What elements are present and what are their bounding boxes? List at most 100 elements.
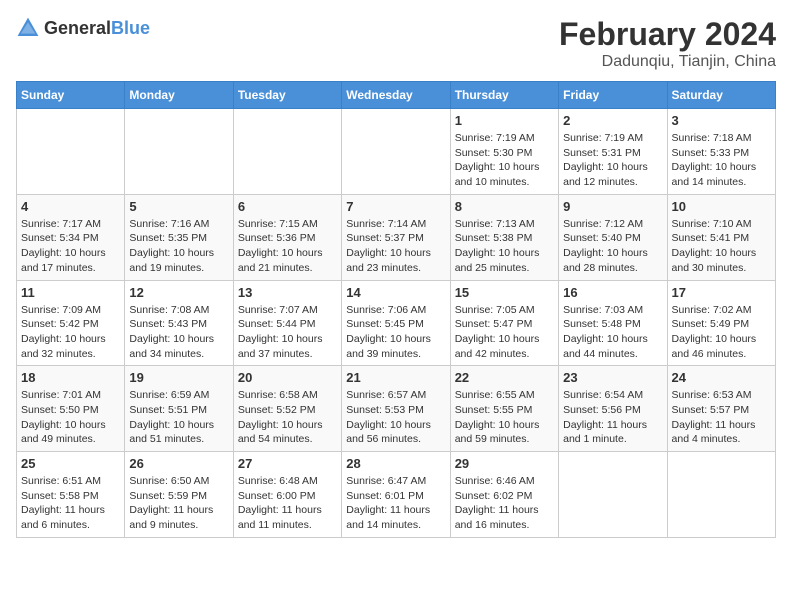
- header-saturday: Saturday: [667, 82, 775, 109]
- day-number: 23: [563, 370, 662, 385]
- day-number: 15: [455, 285, 554, 300]
- day-number: 16: [563, 285, 662, 300]
- day-info: Sunrise: 7:05 AMSunset: 5:47 PMDaylight:…: [455, 303, 554, 362]
- table-row: 1 Sunrise: 7:19 AMSunset: 5:30 PMDaylight…: [450, 109, 558, 195]
- day-number: 6: [238, 199, 337, 214]
- table-row: [667, 452, 775, 538]
- table-row: [559, 452, 667, 538]
- table-row: 11 Sunrise: 7:09 AMSunset: 5:42 PMDayligh…: [17, 280, 125, 366]
- day-number: 10: [672, 199, 771, 214]
- table-row: 4Sunrise: 7:17 AMSunset: 5:34 PMDaylight…: [17, 194, 125, 280]
- table-row: 2 Sunrise: 7:19 AMSunset: 5:31 PMDaylight…: [559, 109, 667, 195]
- day-info: Sunrise: 7:19 AMSunset: 5:31 PMDaylight:…: [563, 131, 662, 190]
- calendar-week-row: 18 Sunrise: 7:01 AMSunset: 5:50 PMDayligh…: [17, 366, 776, 452]
- location-subtitle: Dadunqiu, Tianjin, China: [559, 53, 776, 71]
- day-number: 14: [346, 285, 445, 300]
- day-info: Sunrise: 6:59 AMSunset: 5:51 PMDaylight:…: [129, 388, 228, 447]
- table-row: [233, 109, 341, 195]
- day-number: 13: [238, 285, 337, 300]
- day-info: Sunrise: 6:51 AMSunset: 5:58 PMDaylight:…: [21, 474, 120, 533]
- day-info: Sunrise: 7:09 AMSunset: 5:42 PMDaylight:…: [21, 303, 120, 362]
- table-row: 7 Sunrise: 7:14 AMSunset: 5:37 PMDaylight…: [342, 194, 450, 280]
- table-row: 27 Sunrise: 6:48 AMSunset: 6:00 PMDayligh…: [233, 452, 341, 538]
- day-info: Sunrise: 7:03 AMSunset: 5:48 PMDaylight:…: [563, 303, 662, 362]
- table-row: 18 Sunrise: 7:01 AMSunset: 5:50 PMDayligh…: [17, 366, 125, 452]
- table-row: 10 Sunrise: 7:10 AMSunset: 5:41 PMDayligh…: [667, 194, 775, 280]
- table-row: 13 Sunrise: 7:07 AMSunset: 5:44 PMDayligh…: [233, 280, 341, 366]
- table-row: 5Sunrise: 7:16 AMSunset: 5:35 PMDaylight…: [125, 194, 233, 280]
- day-number: 12: [129, 285, 228, 300]
- calendar-table: Sunday Monday Tuesday Wednesday Thursday…: [16, 81, 776, 538]
- day-info: Sunrise: 7:19 AMSunset: 5:30 PMDaylight:…: [455, 131, 554, 190]
- day-number: 11: [21, 285, 120, 300]
- table-row: 3Sunrise: 7:18 AMSunset: 5:33 PMDaylight…: [667, 109, 775, 195]
- day-number: 24: [672, 370, 771, 385]
- table-row: 9 Sunrise: 7:12 AMSunset: 5:40 PMDaylight…: [559, 194, 667, 280]
- month-year-title: February 2024: [559, 16, 776, 53]
- table-row: [125, 109, 233, 195]
- day-info: Sunrise: 6:55 AMSunset: 5:55 PMDaylight:…: [455, 388, 554, 447]
- table-row: 28 Sunrise: 6:47 AMSunset: 6:01 PMDayligh…: [342, 452, 450, 538]
- day-number: 29: [455, 456, 554, 471]
- day-number: 7: [346, 199, 445, 214]
- table-row: 19 Sunrise: 6:59 AMSunset: 5:51 PMDayligh…: [125, 366, 233, 452]
- table-row: 17 Sunrise: 7:02 AMSunset: 5:49 PMDayligh…: [667, 280, 775, 366]
- header-wednesday: Wednesday: [342, 82, 450, 109]
- day-number: 3: [672, 113, 771, 128]
- table-row: 22 Sunrise: 6:55 AMSunset: 5:55 PMDayligh…: [450, 366, 558, 452]
- day-number: 2: [563, 113, 662, 128]
- logo-icon: [16, 16, 40, 40]
- table-row: 24 Sunrise: 6:53 AMSunset: 5:57 PMDayligh…: [667, 366, 775, 452]
- day-number: 17: [672, 285, 771, 300]
- day-info: Sunrise: 7:01 AMSunset: 5:50 PMDaylight:…: [21, 388, 120, 447]
- table-row: 23Sunrise: 6:54 AMSunset: 5:56 PMDayligh…: [559, 366, 667, 452]
- day-info: Sunrise: 6:50 AMSunset: 5:59 PMDaylight:…: [129, 474, 228, 533]
- table-row: 14 Sunrise: 7:06 AMSunset: 5:45 PMDayligh…: [342, 280, 450, 366]
- header-thursday: Thursday: [450, 82, 558, 109]
- day-info: Sunrise: 7:14 AMSunset: 5:37 PMDaylight:…: [346, 217, 445, 276]
- day-number: 27: [238, 456, 337, 471]
- day-number: 9: [563, 199, 662, 214]
- day-info: Sunrise: 7:15 AMSunset: 5:36 PMDaylight:…: [238, 217, 337, 276]
- table-row: 21Sunrise: 6:57 AMSunset: 5:53 PMDayligh…: [342, 366, 450, 452]
- day-info: Sunrise: 6:47 AMSunset: 6:01 PMDaylight:…: [346, 474, 445, 533]
- day-number: 26: [129, 456, 228, 471]
- table-row: [17, 109, 125, 195]
- day-number: 25: [21, 456, 120, 471]
- table-row: 20 Sunrise: 6:58 AMSunset: 5:52 PMDayligh…: [233, 366, 341, 452]
- header-friday: Friday: [559, 82, 667, 109]
- table-row: 29Sunrise: 6:46 AMSunset: 6:02 PMDayligh…: [450, 452, 558, 538]
- title-block: February 2024 Dadunqiu, Tianjin, China: [559, 16, 776, 71]
- header-sunday: Sunday: [17, 82, 125, 109]
- day-info: Sunrise: 7:12 AMSunset: 5:40 PMDaylight:…: [563, 217, 662, 276]
- logo: GeneralBlue: [16, 16, 150, 40]
- day-info: Sunrise: 6:48 AMSunset: 6:00 PMDaylight:…: [238, 474, 337, 533]
- day-number: 22: [455, 370, 554, 385]
- header-monday: Monday: [125, 82, 233, 109]
- day-info: Sunrise: 7:10 AMSunset: 5:41 PMDaylight:…: [672, 217, 771, 276]
- day-info: Sunrise: 7:02 AMSunset: 5:49 PMDaylight:…: [672, 303, 771, 362]
- day-info: Sunrise: 7:07 AMSunset: 5:44 PMDaylight:…: [238, 303, 337, 362]
- day-number: 20: [238, 370, 337, 385]
- day-info: Sunrise: 7:13 AMSunset: 5:38 PMDaylight:…: [455, 217, 554, 276]
- table-row: 16 Sunrise: 7:03 AMSunset: 5:48 PMDayligh…: [559, 280, 667, 366]
- day-number: 19: [129, 370, 228, 385]
- day-info: Sunrise: 6:58 AMSunset: 5:52 PMDaylight:…: [238, 388, 337, 447]
- table-row: 25 Sunrise: 6:51 AMSunset: 5:58 PMDayligh…: [17, 452, 125, 538]
- table-row: [342, 109, 450, 195]
- day-number: 28: [346, 456, 445, 471]
- day-info: Sunrise: 7:08 AMSunset: 5:43 PMDaylight:…: [129, 303, 228, 362]
- day-info: Sunrise: 7:16 AMSunset: 5:35 PMDaylight:…: [129, 217, 228, 276]
- weekday-header-row: Sunday Monday Tuesday Wednesday Thursday…: [17, 82, 776, 109]
- day-number: 18: [21, 370, 120, 385]
- table-row: 8Sunrise: 7:13 AMSunset: 5:38 PMDaylight…: [450, 194, 558, 280]
- day-number: 1: [455, 113, 554, 128]
- day-info: Sunrise: 7:06 AMSunset: 5:45 PMDaylight:…: [346, 303, 445, 362]
- day-number: 4: [21, 199, 120, 214]
- calendar-week-row: 11 Sunrise: 7:09 AMSunset: 5:42 PMDayligh…: [17, 280, 776, 366]
- day-info: Sunrise: 6:53 AMSunset: 5:57 PMDaylight:…: [672, 388, 771, 447]
- table-row: 26 Sunrise: 6:50 AMSunset: 5:59 PMDayligh…: [125, 452, 233, 538]
- day-info: Sunrise: 6:57 AMSunset: 5:53 PMDaylight:…: [346, 388, 445, 447]
- header-tuesday: Tuesday: [233, 82, 341, 109]
- page-header: GeneralBlue February 2024 Dadunqiu, Tian…: [16, 16, 776, 71]
